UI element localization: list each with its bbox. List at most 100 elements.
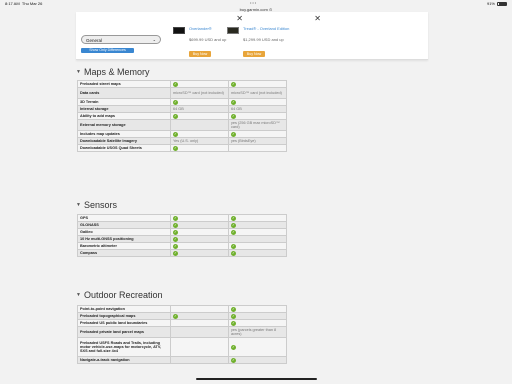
table-row: GLONASS ✓ ✓ (77, 221, 287, 229)
cell-check: ✓ (170, 144, 229, 152)
check-icon: ✓ (173, 81, 178, 87)
cell-check: ✓ (170, 312, 229, 320)
table-row: Galileo ✓ ✓ (77, 228, 287, 236)
cell-check: ✓ (228, 221, 287, 229)
cell-value (170, 319, 229, 327)
table-row: External memory storage yes (256 GB max m… (77, 119, 287, 131)
close-icon[interactable]: ✕ (236, 15, 243, 23)
cell-value (228, 235, 287, 243)
home-indicator[interactable] (196, 378, 317, 380)
cell-check: ✓ (170, 242, 229, 250)
status-battery: 91% (487, 1, 507, 6)
table-row: 10 Hz multi-GNSS positioning ✓ (77, 235, 287, 243)
row-label: External memory storage (77, 119, 171, 131)
row-label: 3D Terrain (77, 98, 171, 106)
row-label: Data cards (77, 87, 171, 99)
cell-check: ✓ (170, 235, 229, 243)
close-icon[interactable]: ✕ (314, 15, 321, 23)
table-row: Navigate-a-track navigation ✓ (77, 356, 287, 364)
check-icon: ✓ (173, 229, 178, 235)
check-icon: ✓ (231, 243, 236, 249)
row-label: Galileo (77, 228, 171, 236)
row-label: Barometric altimeter (77, 242, 171, 250)
row-label: Preloaded topographical maps (77, 312, 171, 320)
cell-check: ✓ (170, 112, 229, 120)
row-label: Point-to-point navigation (77, 305, 171, 313)
triangle-down-icon: ▼ (76, 292, 81, 298)
compare-header: General ⌄ Show Only Differences ✕ Overlan… (76, 12, 428, 60)
cell-check: ✓ (170, 130, 229, 138)
table-row: Preloaded private land parcel maps yes (p… (77, 326, 287, 338)
spec-table-maps-memory: Preloaded street maps ✓ ✓ Data cards microSD… (77, 80, 287, 152)
cell-check: ✓ (228, 130, 287, 138)
check-icon: ✓ (173, 236, 178, 242)
cell-value: microSD™ card (not included) (170, 87, 229, 99)
table-row: Preloaded USFS Roads and Trails, includi… (77, 337, 287, 357)
check-icon: ✓ (173, 222, 178, 228)
table-row: Data cards microSD™ card (not included) mi… (77, 87, 287, 99)
check-icon: ✓ (231, 222, 236, 228)
table-row: Includes map updates ✓ ✓ (77, 130, 287, 138)
check-icon: ✓ (173, 145, 178, 151)
check-icon: ✓ (231, 344, 236, 350)
cell-value: 64 GB (228, 105, 287, 113)
cell-check: ✓ (170, 214, 229, 222)
cell-check: ✓ (228, 356, 287, 364)
table-row: Downloadable USGS Quad Sheets ✓ (77, 144, 287, 152)
check-icon: ✓ (173, 243, 178, 249)
product-name[interactable]: Tread® - Overland Edition (243, 26, 303, 31)
cell-check: ✓ (228, 98, 287, 106)
row-label: Preloaded USFS Roads and Trails, includi… (77, 337, 171, 357)
cell-value (170, 119, 229, 131)
cell-check: ✓ (170, 228, 229, 236)
check-icon: ✓ (231, 320, 236, 326)
cell-value: 64 GB (170, 105, 229, 113)
check-icon: ✓ (231, 113, 236, 119)
check-icon: ✓ (231, 306, 236, 312)
buy-now-button[interactable]: Buy Now (189, 51, 211, 57)
cell-value: yes (parcels greater than 8 acres) (228, 326, 287, 338)
cell-value: yes (256 GB max microSD™ card) (228, 119, 287, 131)
cell-check: ✓ (228, 228, 287, 236)
chevron-down-icon: ⌄ (152, 37, 156, 42)
show-differences-button[interactable]: Show Only Differences (81, 48, 134, 53)
product-image (227, 27, 239, 34)
status-time: 8:17 AM Thu Mar 26 (5, 1, 43, 6)
row-label: 10 Hz multi-GNSS positioning (77, 235, 171, 243)
table-row: Compass ✓ ✓ (77, 249, 287, 257)
table-row: Barometric altimeter ✓ ✓ (77, 242, 287, 250)
tab-dots-icon[interactable]: ••• (250, 0, 257, 5)
check-icon: ✓ (173, 250, 178, 256)
check-icon: ✓ (231, 250, 236, 256)
spec-category-select[interactable]: General ⌄ (81, 35, 161, 44)
cell-check: ✓ (228, 242, 287, 250)
buy-now-button[interactable]: Buy Now (243, 51, 265, 57)
table-row: Preloaded street maps ✓ ✓ (77, 80, 287, 88)
check-icon: ✓ (231, 229, 236, 235)
check-icon: ✓ (231, 215, 236, 221)
cell-check: ✓ (228, 249, 287, 257)
cell-value (170, 337, 229, 357)
table-row: Preloaded US public land boundaries ✓ (77, 319, 287, 327)
cell-check: ✓ (170, 98, 229, 106)
table-row: Ability to add maps ✓ ✓ (77, 112, 287, 120)
cell-check: ✓ (228, 305, 287, 313)
row-label: GPS (77, 214, 171, 222)
row-label: Navigate-a-track navigation (77, 356, 171, 364)
cell-check: ✓ (228, 214, 287, 222)
product-image (173, 27, 185, 34)
section-header-sensors[interactable]: ▼ Sensors (76, 200, 117, 210)
row-label: Downloadable Satellite Imagery (77, 137, 171, 145)
cell-check: ✓ (228, 337, 287, 357)
triangle-down-icon: ▼ (76, 202, 81, 208)
table-row: Point-to-point navigation ✓ (77, 305, 287, 313)
cell-value: microSD™ card (not included) (228, 87, 287, 99)
product-name[interactable]: Overlander® (189, 26, 249, 31)
section-header-outdoor-recreation[interactable]: ▼ Outdoor Recreation (76, 290, 163, 300)
check-icon: ✓ (231, 81, 236, 87)
cell-value (170, 356, 229, 364)
product-price: $1,299.99 USD and up (243, 37, 284, 42)
check-icon: ✓ (173, 313, 178, 319)
section-header-maps-memory[interactable]: ▼ Maps & Memory (76, 67, 149, 77)
cell-check: ✓ (170, 249, 229, 257)
